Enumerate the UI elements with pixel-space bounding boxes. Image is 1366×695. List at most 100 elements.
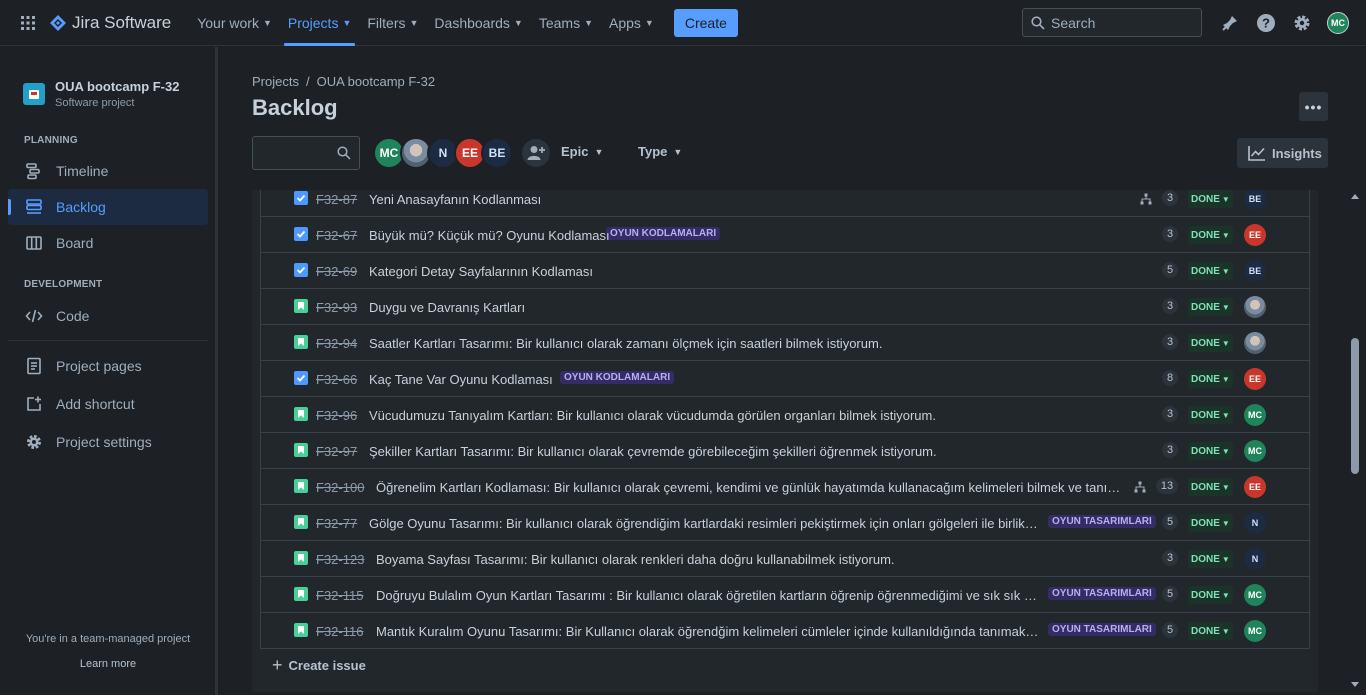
notifications-icon[interactable] — [1214, 8, 1246, 38]
issue-key[interactable]: F32-115 — [316, 588, 363, 603]
issue-row[interactable]: F32-77 5 OYUN TASARIMLARI Gölge Oyunu Tasar… — [261, 504, 1309, 540]
settings-gear-icon[interactable] — [1286, 8, 1318, 38]
issue-summary[interactable]: Vücudumuzu Tanıyalım Kartları: Bir kulla… — [369, 408, 936, 423]
sidebar-item-project-settings[interactable]: Project settings — [8, 424, 208, 460]
jira-logo[interactable]: Jira Software — [50, 7, 171, 39]
nav-item-your-work[interactable]: Your work ▼ — [189, 0, 280, 46]
issue-row[interactable]: F32-66 8 OYUN KODLAMALARI Kaç Tane Var Oyun… — [261, 360, 1309, 396]
assignee-avatar[interactable]: MC — [1244, 404, 1266, 426]
assignee-avatar[interactable]: EE — [1244, 476, 1266, 498]
create-button[interactable]: Create — [673, 8, 738, 37]
project-header[interactable]: OUA bootcamp F-32 Software project — [23, 79, 179, 109]
assignee-avatar[interactable]: N — [1244, 512, 1266, 534]
search-input[interactable]: Search — [1022, 8, 1202, 37]
sidebar-resize-handle[interactable] — [215, 47, 218, 695]
issue-row[interactable]: F32-97 3 Şekiller Kartları Tasarımı: Bir k… — [261, 432, 1309, 468]
issue-summary[interactable]: Kaç Tane Var Oyunu Kodlaması — [369, 372, 553, 387]
help-icon[interactable]: ? — [1250, 8, 1282, 38]
issue-summary[interactable]: Öğrenelim Kartları Kodlaması: Bir kullan… — [376, 480, 1126, 495]
backlog-search-input[interactable] — [252, 136, 360, 170]
assignee-avatar[interactable]: MC — [1244, 620, 1266, 642]
nav-item-dashboards[interactable]: Dashboards ▼ — [426, 0, 530, 46]
status-dropdown[interactable]: DONE ▼ — [1188, 586, 1233, 604]
assignee-avatar[interactable]: MC — [1244, 440, 1266, 462]
issue-summary[interactable]: Saatler Kartları Tasarımı: Bir kullanıcı… — [369, 336, 882, 351]
profile-avatar[interactable]: MC — [1322, 8, 1354, 38]
issue-row[interactable]: F32-100 13 Öğrenelim Kartları Kodlaması: B… — [261, 468, 1309, 504]
sidebar-item-project-pages[interactable]: Project pages — [8, 348, 208, 384]
assignee-avatar[interactable] — [1244, 296, 1266, 318]
issue-key[interactable]: F32-87 — [316, 192, 357, 207]
issue-key[interactable]: F32-67 — [316, 228, 357, 243]
status-dropdown[interactable]: DONE ▼ — [1188, 298, 1233, 316]
sidebar-item-board[interactable]: Board — [8, 225, 208, 261]
issue-row[interactable]: F32-94 3 Saatler Kartları Tasarımı: Bir ku… — [261, 324, 1309, 360]
issue-row[interactable]: F32-69 5 Kategori Detay Sayfalarının Kodla… — [261, 252, 1309, 288]
epic-lozenge[interactable]: OYUN TASARIMLARI — [1048, 587, 1156, 600]
assignee-avatar[interactable]: N — [1244, 548, 1266, 570]
issue-summary[interactable]: Doğruyu Bulalım Oyun Kartları Tasarımı :… — [376, 588, 1040, 603]
issue-summary[interactable]: Gölge Oyunu Tasarımı: Bir kullanıcı olar… — [369, 516, 1040, 531]
status-dropdown[interactable]: DONE ▼ — [1188, 442, 1233, 460]
issue-summary[interactable]: Boyama Sayfası Tasarımı: Bir kullanıcı o… — [376, 552, 895, 567]
issue-row[interactable]: F32-115 5 OYUN TASARIMLARI Doğruyu Bulalım … — [261, 576, 1309, 612]
issue-key[interactable]: F32-100 — [316, 480, 364, 495]
scroll-down-arrow-icon[interactable] — [1351, 682, 1359, 687]
issue-key[interactable]: F32-116 — [316, 624, 363, 639]
issue-key[interactable]: F32-97 — [316, 444, 357, 459]
insights-button[interactable]: Insights — [1237, 138, 1328, 168]
sidebar-item-code[interactable]: Code — [8, 298, 208, 334]
sidebar-item-add-shortcut[interactable]: Add shortcut — [8, 386, 208, 422]
nav-item-projects[interactable]: Projects ▼ — [280, 0, 360, 46]
breadcrumb-project[interactable]: OUA bootcamp F-32 — [317, 74, 436, 89]
issue-summary[interactable]: Kategori Detay Sayfalarının Kodlaması — [369, 264, 593, 279]
assignee-avatar[interactable] — [1244, 332, 1266, 354]
status-dropdown[interactable]: DONE ▼ — [1188, 622, 1233, 640]
issue-key[interactable]: F32-93 — [316, 300, 357, 315]
status-dropdown[interactable]: DONE ▼ — [1188, 370, 1233, 388]
nav-item-apps[interactable]: Apps ▼ — [601, 0, 662, 46]
nav-item-teams[interactable]: Teams ▼ — [531, 0, 601, 46]
issue-row[interactable]: F32-93 3 Duygu ve Davranış Kartları DONE ▼ — [261, 288, 1309, 324]
assignee-avatar[interactable]: BE — [481, 137, 513, 169]
app-switcher-icon[interactable] — [12, 7, 44, 39]
epic-lozenge[interactable]: OYUN TASARIMLARI — [1048, 623, 1156, 636]
learn-more-link[interactable]: Learn more — [0, 658, 216, 670]
create-issue-button[interactable]: + Create issue — [272, 656, 366, 674]
status-dropdown[interactable]: DONE ▼ — [1188, 550, 1233, 568]
add-people-icon[interactable] — [520, 137, 552, 169]
epic-lozenge[interactable]: OYUN KODLAMALARI — [606, 227, 721, 240]
status-dropdown[interactable]: DONE ▼ — [1188, 226, 1233, 244]
issue-summary[interactable]: Yeni Anasayfanın Kodlanması — [369, 192, 541, 207]
issue-summary[interactable]: Büyük mü? Küçük mü? Oyunu Kodlaması — [369, 228, 610, 243]
assignee-avatar[interactable]: EE — [1244, 368, 1266, 390]
issue-key[interactable]: F32-66 — [316, 372, 357, 387]
breadcrumb-projects[interactable]: Projects — [252, 74, 299, 89]
assignee-avatar[interactable]: EE — [1244, 224, 1266, 246]
status-dropdown[interactable]: DONE ▼ — [1188, 406, 1233, 424]
issue-row[interactable]: F32-96 3 Vücudumuzu Tanıyalım Kartları: Bi… — [261, 396, 1309, 432]
sidebar-item-backlog[interactable]: Backlog — [8, 189, 208, 225]
status-dropdown[interactable]: DONE ▼ — [1188, 478, 1233, 496]
issue-row[interactable]: F32-87 3 Yeni Anasayfanın Kodlanması DONE ▼ B… — [261, 190, 1309, 216]
assignee-avatar[interactable]: MC — [1244, 584, 1266, 606]
scrollbar[interactable] — [1349, 190, 1361, 692]
issue-row[interactable]: F32-67 3 OYUN KODLAMALARI Büyük mü? Küçük m… — [261, 216, 1309, 252]
status-dropdown[interactable]: DONE ▼ — [1188, 190, 1233, 208]
assignee-avatar[interactable]: BE — [1244, 260, 1266, 282]
assignee-avatar[interactable]: BE — [1244, 190, 1266, 210]
epic-filter-dropdown[interactable]: Epic ▼ — [561, 144, 603, 159]
epic-lozenge[interactable]: OYUN KODLAMALARI — [560, 371, 675, 384]
sidebar-item-timeline[interactable]: Timeline — [8, 153, 208, 189]
status-dropdown[interactable]: DONE ▼ — [1188, 334, 1233, 352]
scrollbar-thumb[interactable] — [1351, 338, 1359, 474]
status-dropdown[interactable]: DONE ▼ — [1188, 262, 1233, 280]
issue-key[interactable]: F32-69 — [316, 264, 357, 279]
issue-row[interactable]: F32-116 5 OYUN TASARIMLARI Mantık Kuralım O… — [261, 612, 1309, 648]
type-filter-dropdown[interactable]: Type ▼ — [638, 144, 682, 159]
nav-item-filters[interactable]: Filters ▼ — [359, 0, 426, 46]
scroll-up-arrow-icon[interactable] — [1351, 194, 1359, 199]
issue-key[interactable]: F32-77 — [316, 516, 357, 531]
issue-key[interactable]: F32-123 — [316, 552, 364, 567]
issue-summary[interactable]: Mantık Kuralım Oyunu Tasarımı: Bir Kulla… — [376, 624, 1040, 639]
